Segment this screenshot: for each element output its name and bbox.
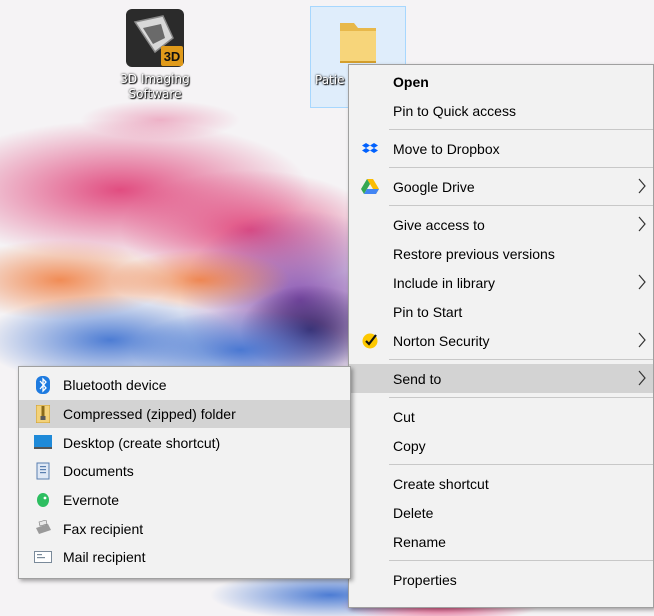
sendto-item-zipped-folder[interactable]: Compressed (zipped) folder: [19, 399, 350, 429]
documents-icon: [34, 462, 52, 480]
menu-item-properties[interactable]: Properties: [349, 565, 653, 594]
menu-item-include-library[interactable]: Include in library: [349, 268, 653, 297]
menu-item-pin-start[interactable]: Pin to Start: [349, 297, 653, 326]
menu-item-label: Fax recipient: [63, 520, 144, 537]
menu-item-label: Google Drive: [393, 178, 475, 195]
mail-icon: [34, 548, 52, 566]
menu-item-rename[interactable]: Rename: [349, 527, 653, 556]
folder-icon: [340, 23, 376, 63]
norton-icon: [361, 332, 379, 350]
menu-separator: [389, 205, 653, 206]
menu-item-cut[interactable]: Cut: [349, 402, 653, 431]
desktop-icon-3d-imaging[interactable]: 3D 3D Imaging Software: [110, 8, 200, 102]
menu-item-label: Create shortcut: [393, 475, 489, 492]
menu-item-label: Give access to: [393, 216, 485, 233]
menu-item-send-to[interactable]: Send to: [349, 364, 653, 393]
dropbox-icon: [361, 140, 379, 158]
menu-item-give-access[interactable]: Give access to: [349, 210, 653, 239]
menu-separator: [389, 167, 653, 168]
menu-item-label: Desktop (create shortcut): [63, 434, 221, 451]
menu-item-google-drive[interactable]: Google Drive: [349, 172, 653, 201]
menu-item-label: Evernote: [63, 492, 120, 509]
menu-item-restore-versions[interactable]: Restore previous versions: [349, 239, 653, 268]
desktop-icon: [34, 433, 52, 451]
menu-item-label: Send to: [393, 370, 442, 387]
chevron-right-icon: [638, 274, 646, 290]
menu-item-label: Pin to Start: [393, 303, 463, 320]
menu-item-open[interactable]: Open: [349, 67, 653, 96]
fax-icon: [34, 519, 52, 537]
menu-item-label: Rename: [393, 533, 446, 550]
menu-item-delete[interactable]: Delete: [349, 498, 653, 527]
send-to-submenu: Bluetooth device Compressed (zipped) fol…: [18, 366, 351, 579]
sendto-item-mail[interactable]: Mail recipient: [19, 543, 350, 572]
desktop-icon-label: 3D Imaging Software: [120, 72, 190, 101]
menu-separator: [389, 464, 653, 465]
menu-item-label: Mail recipient: [63, 549, 146, 566]
google-drive-icon: [361, 178, 379, 196]
menu-item-label: Restore previous versions: [393, 245, 555, 262]
menu-item-label: Bluetooth device: [63, 377, 167, 394]
sendto-item-bluetooth[interactable]: Bluetooth device: [19, 371, 350, 400]
menu-item-label: Move to Dropbox: [393, 140, 500, 157]
menu-item-copy[interactable]: Copy: [349, 431, 653, 460]
menu-item-label: Include in library: [393, 274, 495, 291]
menu-item-norton-security[interactable]: Norton Security: [349, 326, 653, 355]
3d-imaging-app-icon: 3D: [126, 9, 184, 67]
menu-item-label: Cut: [393, 408, 415, 425]
chevron-right-icon: [638, 178, 646, 194]
menu-separator: [389, 359, 653, 360]
menu-separator: [389, 397, 653, 398]
menu-item-label: Delete: [393, 504, 434, 521]
context-menu: Open Pin to Quick access Move to Dropbox…: [348, 64, 654, 608]
menu-item-create-shortcut[interactable]: Create shortcut: [349, 469, 653, 498]
menu-item-label: Documents: [63, 463, 134, 480]
sendto-item-evernote[interactable]: Evernote: [19, 486, 350, 515]
menu-item-move-to-dropbox[interactable]: Move to Dropbox: [349, 134, 653, 163]
sendto-item-desktop[interactable]: Desktop (create shortcut): [19, 428, 350, 457]
menu-separator: [389, 560, 653, 561]
evernote-icon: [34, 491, 52, 509]
menu-separator: [389, 129, 653, 130]
menu-item-label: Pin to Quick access: [393, 102, 516, 119]
chevron-right-icon: [638, 370, 646, 386]
sendto-item-documents[interactable]: Documents: [19, 457, 350, 486]
menu-item-label: Copy: [393, 437, 426, 454]
bluetooth-icon: [34, 376, 52, 394]
menu-item-label: Open: [393, 73, 429, 90]
menu-item-label: Properties: [393, 571, 457, 588]
menu-item-label: Norton Security: [393, 332, 490, 349]
chevron-right-icon: [638, 332, 646, 348]
menu-item-label: Compressed (zipped) folder: [63, 406, 236, 423]
zip-folder-icon: [34, 404, 52, 423]
chevron-right-icon: [638, 216, 646, 232]
app-icon-text: 3D: [164, 49, 181, 64]
menu-item-pin-quick-access[interactable]: Pin to Quick access: [349, 96, 653, 125]
sendto-item-fax[interactable]: Fax recipient: [19, 514, 350, 543]
